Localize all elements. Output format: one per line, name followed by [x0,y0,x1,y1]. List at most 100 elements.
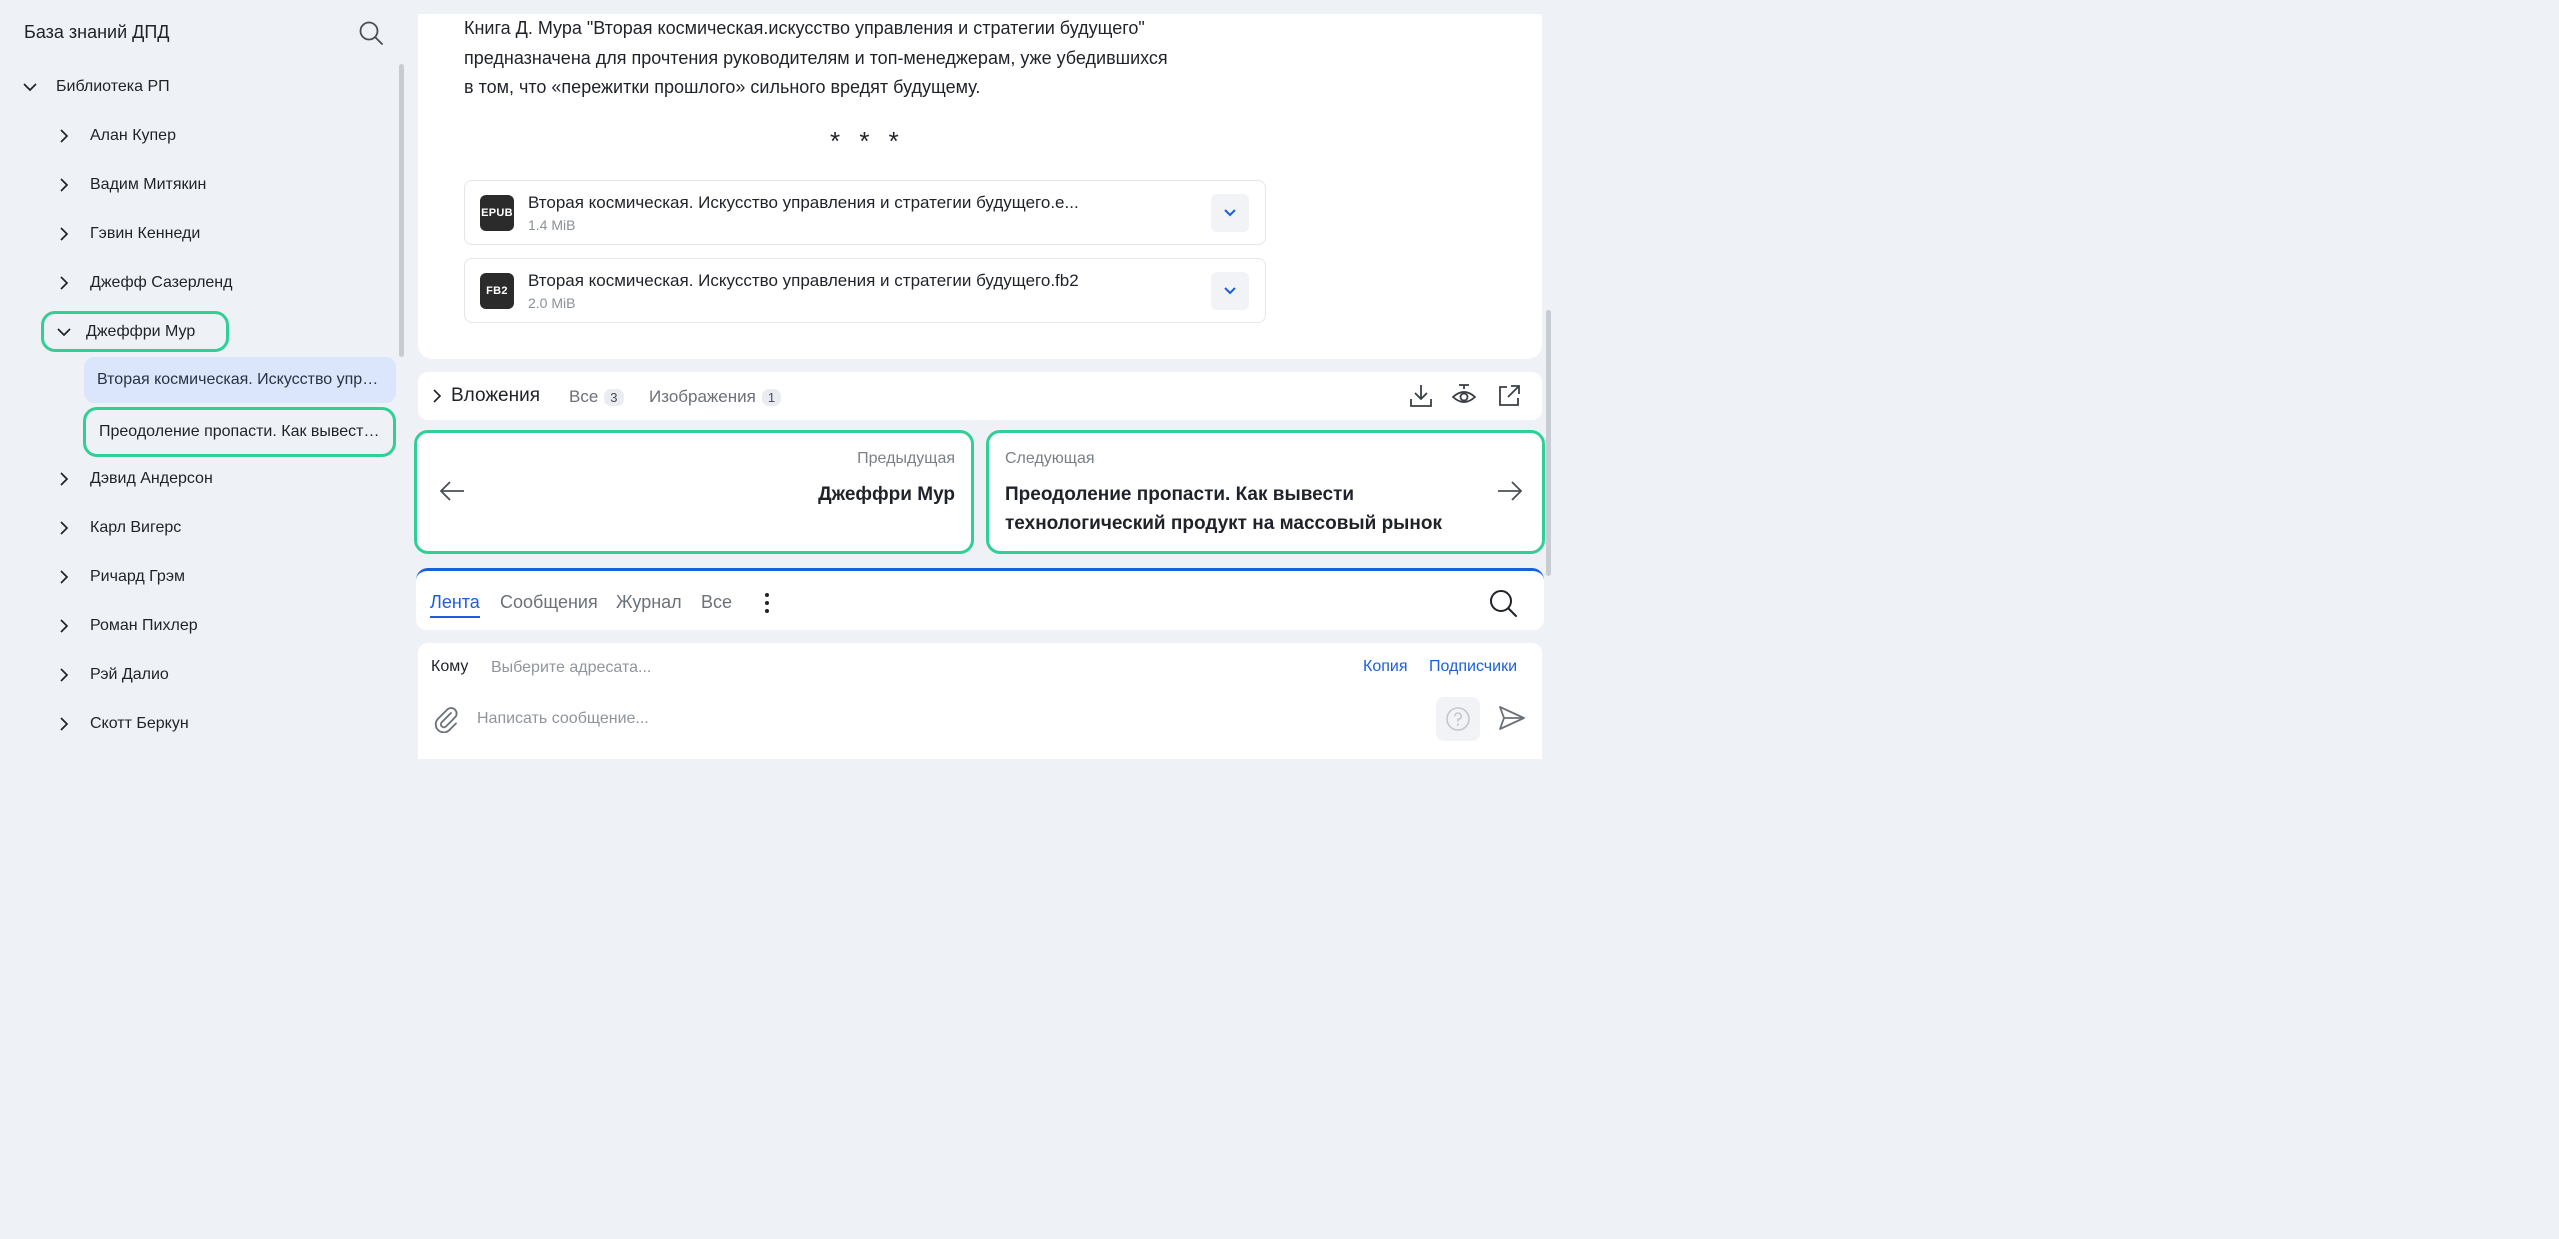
activity-feed-tabs: Лента Сообщения Журнал Все [416,568,1544,630]
recipient-label: Кому [431,658,469,675]
recipient-input[interactable] [491,656,991,680]
send-icon[interactable] [1498,705,1526,731]
tree-child-crossing-chasm[interactable]: Преодоление пропасти. Как вывести технол… [83,407,396,457]
file-size: 1.4 MiB [528,217,576,233]
paperclip-icon[interactable] [432,705,460,733]
tab-journal[interactable]: Журнал [616,592,682,613]
tree-item-label: Гэвин Кеннеди [90,225,201,242]
tree-item-label: Рэй Далио [90,666,169,683]
tree-item-label: Роман Пихлер [90,617,198,634]
tree-child-label: Преодоление пропасти. Как вывести технол… [99,423,385,440]
file-menu-button[interactable] [1211,272,1249,310]
tree-item-jeff-sutherland[interactable]: Джефф Сазерленд [56,261,232,305]
message-composer: Кому Копия Подписчики [418,643,1542,759]
article-description: Книга Д. Мура "Вторая космическая.искусс… [464,14,1284,103]
chevron-right-icon [60,276,69,290]
previous-caption: Предыдущая [857,450,955,467]
tree-root[interactable]: Библиотека РП [22,65,170,109]
chevron-right-icon [60,668,69,682]
tree-root-label: Библиотека РП [56,78,170,95]
file-menu-button[interactable] [1211,194,1249,232]
search-icon[interactable] [1488,588,1518,618]
main-scrollbar[interactable] [1546,310,1551,576]
tab-label: Все [569,387,599,406]
chevron-right-icon [60,521,69,535]
tab-all[interactable]: Все [701,592,732,613]
next-title-line: Преодоление пропасти. Как вывести [1005,484,1354,505]
tree-item-label: Дэвид Андерсон [90,470,213,487]
count-badge: 1 [761,388,782,406]
more-vertical-icon[interactable] [760,591,774,615]
attachments-title[interactable]: Вложения [451,385,540,407]
chevron-down-icon [1224,209,1236,217]
subscribers-link[interactable]: Подписчики [1429,658,1517,676]
chevron-down-icon [23,83,37,92]
file-name: Вторая космическая. Искусство управления… [528,271,1079,290]
help-button[interactable] [1436,697,1480,741]
article-card: Книга Д. Мура "Вторая космическая.искусс… [418,14,1542,359]
file-name: Вторая космическая. Искусство управления… [528,193,1079,212]
chevron-down-icon [1224,287,1236,295]
tree-child-second-space[interactable]: Вторая космическая. Искусство управления… [84,357,396,403]
file-attachment-fb2[interactable]: FB2 Вторая космическая. Искусство управл… [464,258,1266,323]
message-input[interactable] [477,707,1177,731]
tree-item-ray-dalio[interactable]: Рэй Далио [56,653,169,697]
tree-item-alan-cooper[interactable]: Алан Купер [56,114,176,158]
chevron-right-icon [60,227,69,241]
chevron-right-icon [60,570,69,584]
search-icon[interactable] [358,20,384,46]
next-caption: Следующая [1005,450,1095,467]
tab-feed[interactable]: Лента [430,592,480,618]
download-icon[interactable] [1408,383,1434,409]
help-icon [1446,707,1470,731]
chevron-down-icon [57,327,71,336]
tree-item-label: Ричард Грэм [90,568,185,585]
tree-item-label: Джеффри Мур [86,322,196,340]
description-line: предназначена для прочтения руководителя… [464,47,1168,68]
fb2-file-icon: FB2 [480,273,514,309]
attachments-tab-all[interactable]: Все 3 [569,387,624,407]
file-attachment-epub[interactable]: EPUB Вторая космическая. Искусство управ… [464,180,1266,245]
tree-item-richard-graham[interactable]: Ричард Грэм [56,555,185,599]
attachments-tab-images[interactable]: Изображения 1 [649,387,782,407]
tree-item-gavin-kennedy[interactable]: Гэвин Кеннеди [56,212,200,256]
sidebar-scrollbar[interactable] [399,64,404,357]
arrow-right-icon [1498,481,1523,501]
arrow-left-icon [439,481,464,501]
tree-item-label: Карл Вигерс [90,519,182,536]
file-size: 2.0 MiB [528,295,576,311]
copy-link[interactable]: Копия [1363,658,1407,676]
previous-title: Джеффри Мур [818,484,955,505]
chevron-right-icon [60,472,69,486]
tree-item-vadim-mityakin[interactable]: Вадим Митякин [56,163,206,207]
eye-icon[interactable] [1451,383,1477,409]
tree-item-karl-wiegers[interactable]: Карл Вигерс [56,506,181,550]
tree-item-roman-pichler[interactable]: Роман Пихлер [56,604,198,648]
epub-file-icon: EPUB [480,195,514,231]
chevron-right-icon [60,717,69,731]
tree-item-label: Алан Купер [90,127,176,144]
separator: * * * [830,126,905,156]
attachments-bar: Вложения Все 3 Изображения 1 [418,372,1542,420]
tree-item-david-anderson[interactable]: Дэвид Андерсон [56,457,213,501]
chevron-right-icon [60,129,69,143]
tree-item-label: Вадим Митякин [90,176,207,193]
tab-label: Изображения [649,387,756,406]
description-line: Книга Д. Мура "Вторая космическая.искусс… [464,18,1145,38]
tree-child-label: Вторая космическая. Искусство управления… [97,371,383,388]
tab-messages[interactable]: Сообщения [500,592,598,613]
sidebar-title: База знаний ДПД [24,22,170,42]
chevron-right-icon[interactable] [430,388,444,404]
tree-item-geoffrey-moore[interactable]: Джеффри Мур [41,311,229,352]
next-page-card[interactable]: Следующая Преодоление пропасти. Как выве… [986,430,1545,554]
sidebar: База знаний ДПД Библиотека РП Алан Купер… [0,0,405,759]
count-badge: 3 [604,388,624,406]
tree-item-label: Скотт Беркун [90,715,189,732]
next-title: Преодоление пропасти. Как вывести технол… [1005,480,1442,538]
open-external-icon[interactable] [1496,383,1522,409]
tree-item-label: Джефф Сазерленд [90,274,233,291]
tree-item-scott-berkun[interactable]: Скотт Беркун [56,702,189,746]
previous-page-card[interactable]: Предыдущая Джеффри Мур [414,430,974,554]
description-line: в том, что «пережитки прошлого» сильного… [464,77,981,97]
next-title-line: технологический продукт на массовый рыно… [1005,513,1442,534]
